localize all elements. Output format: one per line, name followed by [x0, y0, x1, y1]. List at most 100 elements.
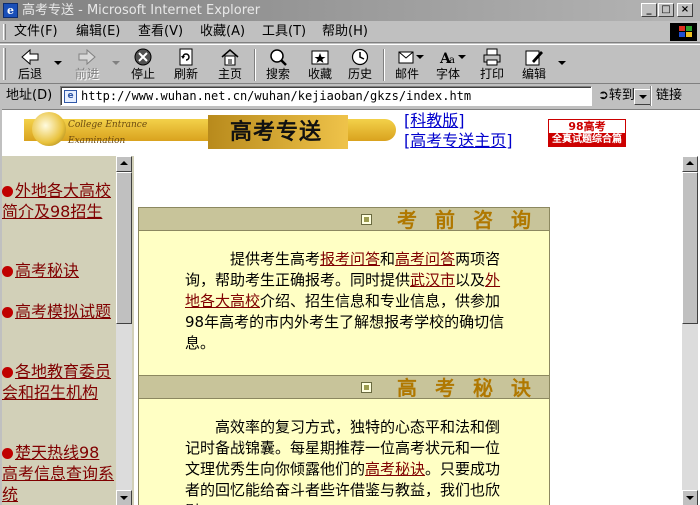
banner-link-home-text[interactable]: 高考专送主页: [410, 131, 506, 150]
go-label: 转到: [608, 88, 635, 103]
windows-logo-icon: [670, 23, 697, 41]
refresh-button[interactable]: 刷新: [164, 46, 208, 84]
main-scroll-up[interactable]: [682, 156, 698, 172]
address-input[interactable]: e http://www.wuhan.net.cn/wuhan/kejiaoba…: [60, 86, 651, 106]
sidebar-item-colleges[interactable]: 外地各大高校简介及98招生: [2, 180, 114, 222]
link-wuhan[interactable]: 武汉市: [410, 271, 455, 289]
sidebar-item-label[interactable]: 高考模拟试题: [15, 302, 111, 321]
close-button[interactable]: ×: [677, 3, 693, 17]
address-dropdown-arrow[interactable]: [634, 89, 651, 105]
bullet-icon: [2, 448, 13, 459]
banner-english-line1: College Entrance: [68, 120, 148, 130]
forward-dropdown-arrow[interactable]: [112, 61, 120, 65]
menu-favorites[interactable]: 收藏(A): [200, 24, 245, 40]
minimize-button[interactable]: _: [641, 3, 657, 17]
sidebar-item-hotline-query[interactable]: 楚天热线98高考信息查询系统: [2, 442, 114, 505]
menu-bar: 文件(F) 编辑(E) 查看(V) 收藏(A) 工具(T) 帮助(H): [0, 21, 700, 43]
text-run: 以及: [455, 271, 486, 289]
sidebar-scroll-down[interactable]: [116, 490, 132, 505]
mail-icon: [398, 51, 414, 64]
favorites-icon: [311, 50, 329, 65]
banner-link-kejiaoban-text[interactable]: 科教版: [410, 111, 458, 130]
edit-icon: [525, 50, 543, 66]
favorites-button[interactable]: 收藏: [300, 46, 340, 84]
text-run: 提供考生高考: [230, 250, 321, 268]
edit-dropdown-arrow[interactable]: [558, 61, 566, 65]
mail-label: 邮件: [394, 67, 419, 81]
link-baokao-qa[interactable]: 报考问答: [320, 250, 380, 268]
back-dropdown-arrow[interactable]: [54, 61, 62, 65]
search-label: 搜索: [265, 67, 290, 81]
sidebar-item-education-committees[interactable]: 各地教育委员会和招生机构: [2, 361, 114, 403]
history-label: 历史: [347, 67, 372, 81]
link-gaokao-secrets[interactable]: 高考秘诀: [365, 460, 425, 478]
link-gaokao-qa[interactable]: 高考问答: [395, 250, 455, 268]
section-header-consult: 考前咨询: [138, 207, 550, 231]
section-header-secrets: 高考秘诀: [138, 375, 550, 399]
go-button[interactable]: ➲转到: [598, 88, 635, 104]
font-dropdown-arrow[interactable]: [458, 55, 466, 59]
title-bar: e 高考专送 - Microsoft Internet Explorer _ □…: [0, 0, 700, 21]
menu-view[interactable]: 查看(V): [138, 24, 183, 40]
font-button[interactable]: Aa 字体: [428, 46, 468, 84]
sidebar-scroll-up[interactable]: [116, 156, 132, 172]
toolbar-separator: [383, 49, 385, 81]
menu-file[interactable]: 文件(F): [14, 24, 58, 40]
sidebar-frame: 外地各大高校简介及98招生 高考秘诀 高考模拟试题 各地教育委员会和招生机构 楚…: [2, 156, 134, 505]
sidebar-item-mock-exams[interactable]: 高考模拟试题: [2, 301, 114, 322]
edit-button[interactable]: 编辑: [514, 46, 554, 84]
stop-button[interactable]: 停止: [122, 46, 164, 84]
sidebar-scroll-thumb[interactable]: [116, 172, 132, 324]
text-run: 和: [380, 250, 396, 268]
bullet-icon: [2, 266, 13, 277]
sidebar-item-secrets[interactable]: 高考秘诀: [2, 260, 114, 281]
print-button[interactable]: 打印: [472, 46, 512, 84]
refresh-icon: [179, 48, 193, 66]
sidebar-item-label[interactable]: 各地教育委员会和招生机构: [2, 362, 111, 402]
history-button[interactable]: 历史: [340, 46, 380, 84]
banner-title: 高考专送: [230, 120, 323, 145]
bullet-icon: [2, 307, 13, 318]
stop-label: 停止: [130, 67, 155, 81]
forward-label: 前进: [74, 67, 99, 81]
mail-dropdown-arrow[interactable]: [416, 55, 424, 59]
window-title: 高考专送 - Microsoft Internet Explorer: [22, 3, 261, 18]
links-separator: [650, 86, 652, 106]
back-arrow-icon: [21, 48, 39, 66]
sidebar-scrollbar[interactable]: [116, 156, 132, 505]
banner-link-kejiaoban[interactable]: [科教版]: [404, 112, 465, 130]
address-url[interactable]: http://www.wuhan.net.cn/wuhan/kejiaoban/…: [81, 89, 471, 104]
banner-english-line2: Examination: [68, 136, 126, 146]
go-arrow-icon: ➲: [598, 88, 609, 103]
search-button[interactable]: 搜索: [258, 46, 298, 84]
home-icon: [221, 49, 239, 66]
mail-button[interactable]: 邮件: [388, 46, 426, 84]
page-banner: College Entrance Examination 高考专送 [科教版] …: [2, 110, 698, 156]
section-paragraph: 高效率的复习方式，独特的心态平和法和倒记时备战锦囊。每星期推荐一位高考状元和一位…: [185, 417, 505, 505]
home-button[interactable]: 主页: [208, 46, 252, 84]
page-icon: e: [64, 90, 77, 103]
menu-help[interactable]: 帮助(H): [322, 24, 368, 40]
menu-tools[interactable]: 工具(T): [262, 24, 306, 40]
menu-grip[interactable]: [3, 24, 6, 40]
banner-link-home[interactable]: [高考专送主页]: [404, 132, 513, 150]
maximize-button[interactable]: □: [658, 3, 674, 17]
toolbar-grip[interactable]: [3, 48, 6, 80]
menu-edit[interactable]: 编辑(E): [76, 24, 120, 40]
98-gaokao-badge[interactable]: 98高考 全真试题综合篇: [548, 119, 626, 147]
main-scroll-down[interactable]: [682, 490, 698, 505]
address-label: 地址(D): [6, 88, 53, 103]
main-scrollbar[interactable]: [682, 156, 698, 505]
links-button[interactable]: 链接: [656, 88, 682, 104]
font-icon: Aa: [439, 51, 455, 66]
edit-label: 编辑: [521, 67, 546, 81]
sidebar-item-label[interactable]: 高考秘诀: [15, 261, 79, 280]
sidebar-item-label[interactable]: 外地各大高校简介及98招生: [2, 181, 111, 221]
main-scroll-thumb[interactable]: [682, 172, 698, 324]
standard-toolbar: 后退 前进 停止 刷新 主页 搜索 收藏 历史 邮件 Aa 字体 打印 编辑: [0, 44, 700, 84]
forward-button[interactable]: 前进: [64, 46, 110, 84]
refresh-label: 刷新: [173, 67, 198, 81]
back-button[interactable]: 后退: [8, 46, 52, 84]
address-bar: 地址(D) e http://www.wuhan.net.cn/wuhan/ke…: [0, 85, 700, 107]
sidebar-item-label[interactable]: 楚天热线98高考信息查询系统: [2, 443, 114, 504]
